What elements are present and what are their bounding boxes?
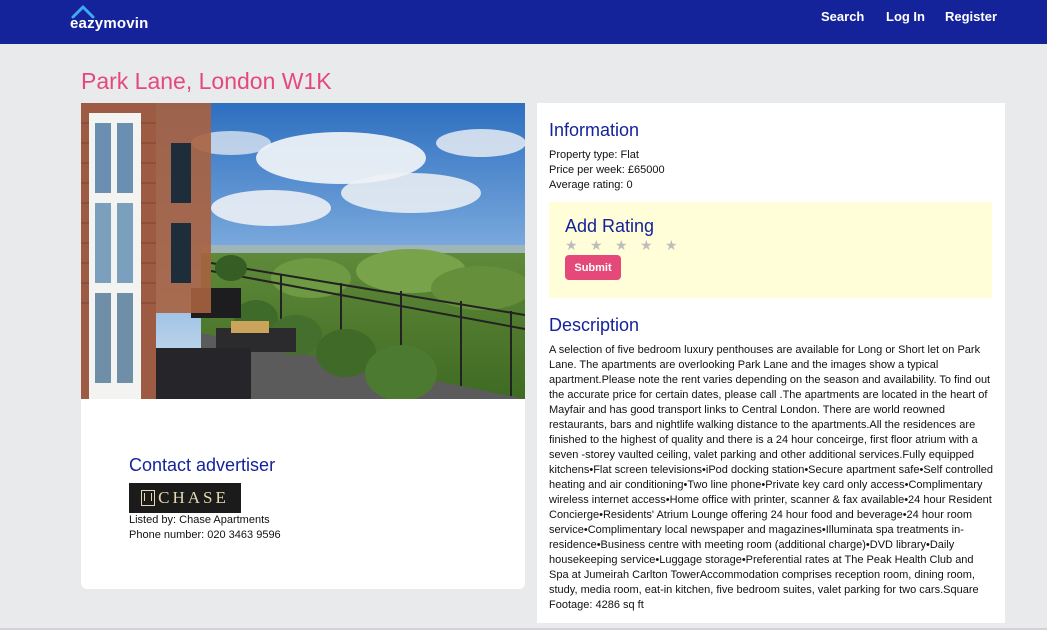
- page-title: Park Lane, London W1K: [81, 68, 332, 94]
- star-icon[interactable]: ★: [590, 238, 604, 252]
- contact-advertiser-heading: Contact advertiser: [129, 455, 276, 475]
- balcony-view-image: [81, 103, 525, 399]
- top-navbar: eazymovin Search Log In Register: [0, 0, 1047, 44]
- chase-logo-text: CHASE: [158, 488, 229, 507]
- price-per-week-text: Price per week: £65000: [549, 164, 665, 176]
- average-rating-text: Average rating: 0: [549, 179, 633, 191]
- description-heading: Description: [549, 315, 640, 335]
- add-rating-heading: Add Rating: [565, 216, 655, 236]
- information-heading: Information: [549, 120, 640, 140]
- star-icon[interactable]: ★: [665, 238, 679, 252]
- crest-icon: [141, 490, 156, 506]
- nav-search-link[interactable]: Search: [821, 9, 864, 24]
- submit-rating-button[interactable]: Submit: [565, 255, 621, 280]
- nav-login-link[interactable]: Log In: [886, 9, 925, 24]
- chase-agency-logo: CHASE: [129, 483, 241, 513]
- property-type-text: Property type: Flat: [549, 149, 639, 161]
- details-card: Information Property type: Flat Price pe…: [537, 103, 1005, 623]
- nav-register-link[interactable]: Register: [945, 9, 997, 24]
- phone-number-text: Phone number: 020 3463 9596: [129, 529, 281, 541]
- eazymovin-logo[interactable]: eazymovin: [70, 3, 150, 33]
- star-icon[interactable]: ★: [640, 238, 654, 252]
- description-text: A selection of five bedroom luxury penth…: [549, 344, 994, 611]
- photo-contact-card: Contact advertiser CHASE Listed by: Chas…: [81, 103, 525, 589]
- add-rating-panel: Add Rating ★ ★ ★ ★ ★ Submit: [549, 202, 992, 298]
- star-icon[interactable]: ★: [615, 238, 629, 252]
- listed-by-text: Listed by: Chase Apartments: [129, 514, 270, 526]
- property-photo[interactable]: [81, 103, 525, 399]
- star-rating-input[interactable]: ★ ★ ★ ★ ★: [565, 237, 690, 252]
- logo-text: eazymovin: [70, 15, 149, 32]
- star-icon[interactable]: ★: [565, 238, 579, 252]
